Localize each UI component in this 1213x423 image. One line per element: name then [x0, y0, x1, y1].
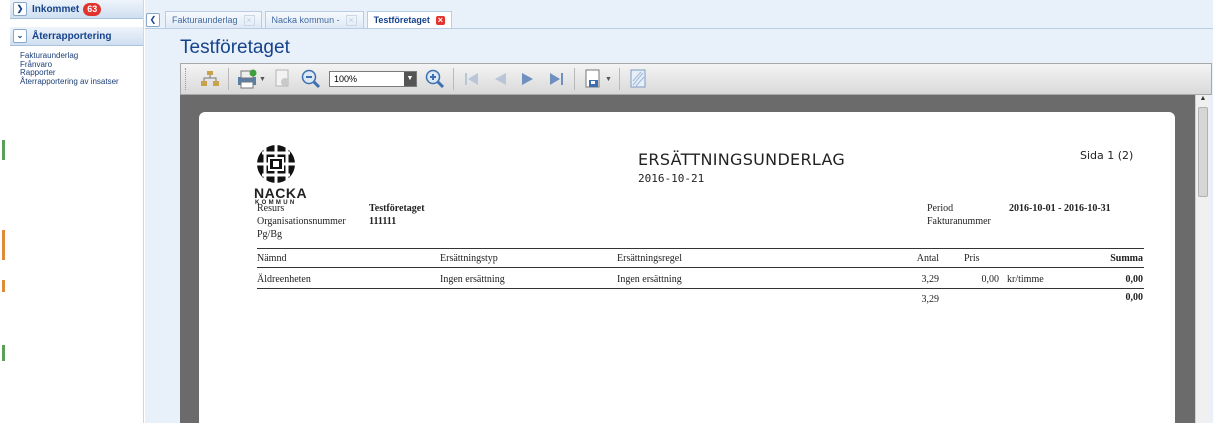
tab-fakturaunderlag[interactable]: Fakturaunderlag × — [165, 11, 262, 28]
first-page-button[interactable] — [460, 67, 484, 91]
header-top-rule — [257, 248, 1144, 249]
print-button[interactable] — [235, 67, 259, 91]
total-antal: 3,29 — [921, 294, 940, 305]
main-area: Fakturaunderlag × Nacka kommun - × Testf… — [145, 0, 1213, 423]
tab-label: Nacka kommun - — [271, 15, 340, 25]
page-setup-button[interactable] — [271, 67, 295, 91]
row-summa: 0,00 — [1125, 274, 1144, 285]
header-bottom-rule — [257, 267, 1144, 268]
close-tab-icon[interactable]: × — [345, 14, 357, 26]
row-rule — [257, 288, 1144, 289]
close-tab-icon[interactable]: × — [435, 15, 445, 25]
resurs-label: Resurs — [257, 203, 285, 214]
column-header-antal: Antal — [916, 253, 939, 264]
column-header-regel: Ersättningsregel — [617, 253, 682, 264]
collapse-sidebar-icon[interactable]: ❮ — [146, 13, 160, 27]
tab-testforetaget[interactable]: Testföretaget × — [366, 11, 452, 28]
tab-underline — [145, 28, 1213, 29]
row-typ: Ingen ersättning — [440, 274, 505, 285]
document-map-button[interactable] — [198, 67, 222, 91]
resurs-value: Testföretaget — [369, 203, 425, 214]
toolbar-separator — [452, 68, 454, 90]
previous-page-icon — [494, 73, 506, 85]
org-number-label: Organisationsnummer — [257, 216, 346, 227]
tab-nacka-kommun[interactable]: Nacka kommun - × — [264, 11, 364, 28]
chevron-down-icon[interactable]: ▼ — [259, 76, 266, 83]
print-layout-button[interactable] — [626, 67, 650, 91]
pgbg-label: Pg/Bg — [257, 229, 283, 240]
period-value: 2016-10-01 - 2016-10-31 — [1009, 203, 1111, 214]
org-number-value: 111111 — [369, 216, 397, 227]
reporting-label: Återrapportering — [32, 30, 112, 42]
tab-bar: Fakturaunderlag × Nacka kommun - × Testf… — [165, 11, 452, 28]
scrollbar-thumb[interactable] — [1198, 107, 1208, 197]
zoom-value: 100% — [333, 74, 357, 84]
page-indicator: Sida 1 (2) — [1080, 149, 1134, 162]
nacka-logo-icon — [257, 145, 295, 183]
toolbar-separator — [228, 68, 229, 90]
inbox-header[interactable]: ❯ Inkommet 63 — [10, 0, 143, 19]
column-header-namnd: Nämnd — [257, 253, 287, 264]
printer-icon — [238, 69, 257, 89]
export-button[interactable] — [581, 67, 605, 91]
chevron-down-icon[interactable]: ▼ — [605, 76, 612, 83]
edge-marker — [2, 140, 5, 160]
row-namnd: Äldreenheten — [257, 274, 311, 285]
export-icon — [585, 69, 600, 88]
next-page-icon — [521, 73, 533, 85]
nav-link-aterrapportering-insatser[interactable]: Återrapportering av insatser — [20, 77, 143, 87]
last-page-button[interactable] — [544, 67, 568, 91]
period-label: Period — [927, 203, 954, 214]
collapse-section-icon[interactable]: ⌄ — [13, 29, 27, 43]
row-regel: Ingen ersättning — [617, 274, 682, 285]
row-unit: kr/timme — [1007, 274, 1044, 285]
column-header-pris: Pris — [964, 253, 980, 264]
report-page: NACKA KOMMUN ERSÄTTNINGSUNDERLAG 2016-10… — [199, 112, 1175, 423]
zoom-out-icon — [301, 69, 320, 89]
page-title: Testföretaget — [180, 37, 290, 58]
tab-label: Testföretaget — [373, 15, 430, 25]
row-pris: 0,00 — [981, 274, 1000, 285]
logo-name: NACKA — [254, 185, 308, 201]
reporting-header[interactable]: ⌄ Återrapportering — [10, 27, 143, 46]
toolbar-grip — [185, 68, 190, 90]
page-setup-icon — [275, 69, 289, 87]
print-layout-icon — [630, 69, 646, 88]
zoom-in-icon — [425, 69, 444, 89]
close-tab-icon[interactable]: × — [243, 14, 255, 26]
report-title: ERSÄTTNINGSUNDERLAG — [638, 150, 846, 169]
last-page-icon — [549, 73, 563, 85]
next-page-button[interactable] — [516, 67, 540, 91]
sidebar: ❯ Inkommet 63 ⌄ Återrapportering Faktura… — [10, 0, 144, 423]
inbox-count-badge: 63 — [83, 2, 102, 16]
chevron-down-icon[interactable]: ▼ — [403, 72, 416, 86]
first-page-icon — [464, 73, 478, 85]
invoice-number-label: Fakturanummer — [927, 216, 991, 227]
inbox-label: Inkommet — [32, 3, 80, 15]
reporting-links: Fakturaunderlag Frånvaro Rapporter Återr… — [10, 46, 143, 86]
document-map-icon — [201, 71, 219, 86]
zoom-select[interactable]: 100% ▼ — [328, 71, 417, 87]
column-header-typ: Ersättningstyp — [440, 253, 498, 264]
zoom-in-button[interactable] — [423, 67, 447, 91]
toolbar-separator — [573, 68, 575, 90]
zoom-out-button[interactable] — [299, 67, 323, 91]
row-antal: 3,29 — [921, 274, 940, 285]
report-date: 2016-10-21 — [638, 172, 705, 185]
previous-page-button[interactable] — [488, 67, 512, 91]
scroll-up-icon[interactable]: ▲ — [1196, 95, 1210, 105]
tab-label: Fakturaunderlag — [172, 15, 238, 25]
edge-marker — [2, 345, 5, 361]
report-viewer[interactable]: NACKA KOMMUN ERSÄTTNINGSUNDERLAG 2016-10… — [180, 95, 1210, 423]
column-header-summa: Summa — [1110, 253, 1143, 264]
edge-marker — [2, 280, 5, 292]
expand-icon[interactable]: ❯ — [13, 2, 27, 16]
vertical-scrollbar[interactable]: ▲ — [1195, 95, 1210, 423]
toolbar-separator — [618, 68, 620, 90]
total-summa: 0,00 — [1125, 292, 1144, 303]
report-toolbar: ▼ 100% ▼ ▼ — [180, 63, 1212, 95]
edge-marker — [2, 230, 5, 260]
